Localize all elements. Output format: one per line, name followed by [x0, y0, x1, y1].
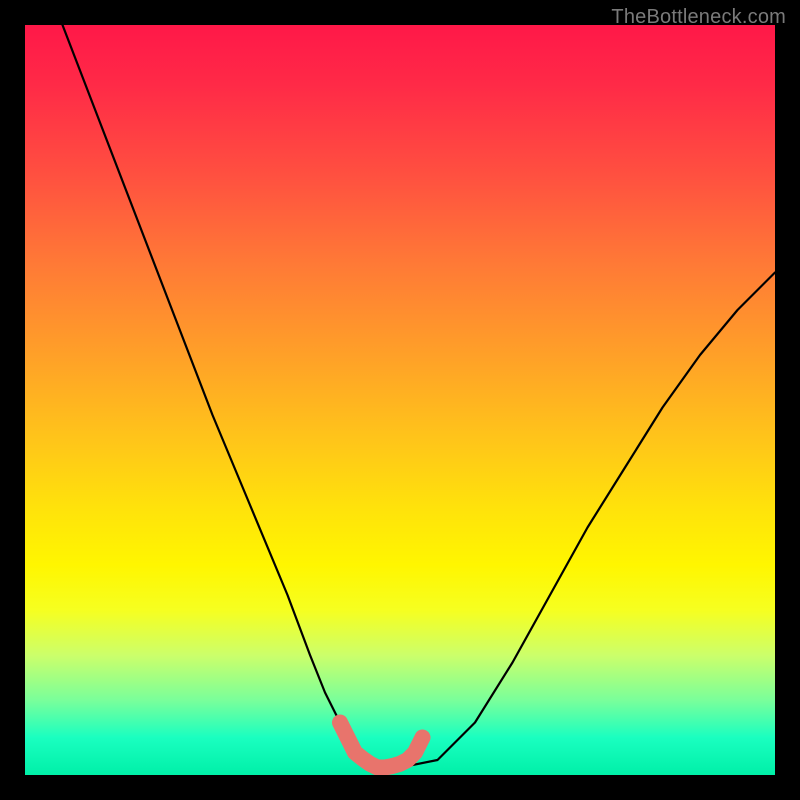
chart-stage: TheBottleneck.com	[0, 0, 800, 800]
plot-area	[25, 25, 775, 775]
highlight-marker	[25, 25, 775, 775]
watermark-label: TheBottleneck.com	[611, 6, 786, 29]
